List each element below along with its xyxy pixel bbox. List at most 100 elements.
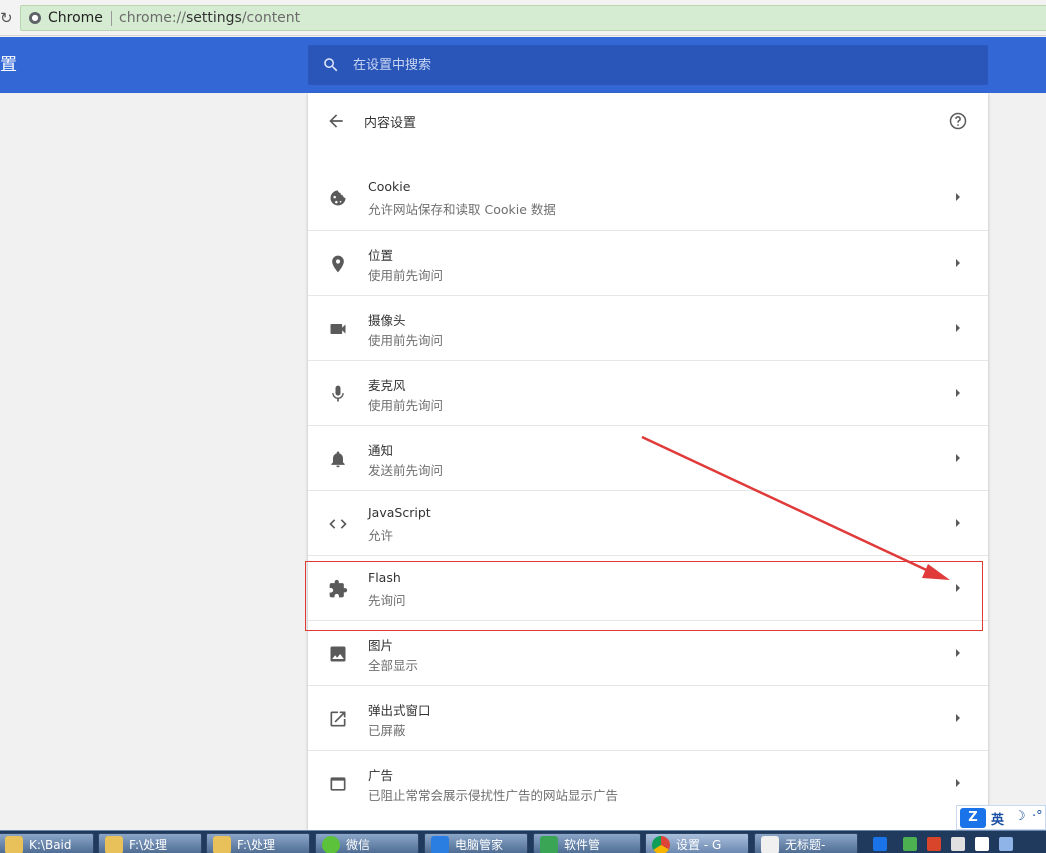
search-input[interactable] [353,45,953,85]
url-path: /content [241,10,301,26]
ime-tray-icon[interactable] [873,837,887,851]
open-in-new-icon [330,711,346,727]
videocam-icon [330,324,346,334]
mic-icon [332,385,344,402]
row-subtitle: 使用前先询问 [368,268,444,283]
arrow-right-icon [956,649,960,657]
row-subtitle: 发送前先询问 [368,463,444,478]
setting-row-camera[interactable]: 摄像头 使用前先询问 [308,295,988,360]
row-title: 摄像头 [368,313,406,328]
bell-icon [331,451,345,468]
card-title: 内容设置 [364,116,417,131]
moon-icon[interactable]: ☽ [1014,809,1026,824]
taskbar-item[interactable]: 电脑管家 [424,833,528,853]
system-tray [865,833,1046,853]
taskbar-item-label: 电脑管家 [455,838,504,852]
row-subtitle: 已屏蔽 [368,723,406,738]
location-pin-icon [332,255,344,273]
search-icon [324,58,338,72]
row-title: 通知 [368,443,394,458]
setting-row-notifications[interactable]: 通知 发送前先询问 [308,425,988,490]
folder-icon [5,836,23,853]
arrow-right-icon [956,714,960,722]
tray-extra-icon[interactable] [999,837,1013,851]
arrow-right-icon [956,779,960,787]
annotation-highlight-box [305,561,983,631]
help-icon[interactable] [948,111,968,131]
chrome-secure-icon: ● [29,12,41,24]
row-subtitle: 允许 [368,528,394,543]
arrow-right-icon [956,259,960,267]
web-asset-icon [330,777,346,791]
taskbar-item[interactable]: F:\处理 [206,833,310,853]
notepad-icon [761,836,779,853]
arrow-right-icon [956,519,960,527]
punctuation-icon[interactable]: ·° [1032,809,1043,824]
settings-header: 置 [0,37,1046,93]
row-title: 麦克风 [368,378,406,393]
folder-icon [105,836,123,853]
taskbar-item-label: 微信 [346,838,371,852]
taskbar-item[interactable]: 无标题- [754,833,858,853]
setting-row-location[interactable]: 位置 使用前先询问 [308,230,988,295]
ime-logo-icon: Z [960,808,986,828]
setting-row-microphone[interactable]: 麦克风 使用前先询问 [308,360,988,425]
address-bar-strip: ↻ ● Chrome chrome://settings/content [0,0,1046,36]
folder-icon [213,836,231,853]
pc-manager-icon [431,836,449,853]
taskbar-item-label: K:\Baid [29,838,72,852]
row-title: 位置 [368,248,394,263]
network-tray-icon[interactable] [903,837,917,851]
row-subtitle: 使用前先询问 [368,333,444,348]
arrow-right-icon [956,389,960,397]
cookie-icon [330,190,346,206]
security-tray-icon[interactable] [927,837,941,851]
row-title: 弹出式窗口 [368,703,431,718]
omnibox-chrome-label: Chrome [48,10,103,26]
reload-icon[interactable]: ↻ [0,8,14,28]
row-subtitle: 允许网站保存和读取 Cookie 数据 [368,202,556,217]
code-icon [329,519,347,529]
app-tray-icon[interactable] [951,837,965,851]
arrow-right-icon [956,454,960,462]
row-title: 图片 [368,638,394,653]
taskbar-item[interactable]: K:\Baid [0,833,94,853]
setting-row-cookie[interactable]: Cookie 允许网站保存和读取 Cookie 数据 [308,165,988,230]
taskbar-item-label: 无标题- [785,838,826,852]
omnibox-separator [111,11,112,26]
row-title: Cookie [368,179,411,194]
omnibox[interactable]: ● Chrome chrome://settings/content [20,5,1046,31]
url-scheme: chrome:// [119,10,186,26]
taskbar-item-label: F:\处理 [237,838,276,852]
chrome-icon [652,836,670,853]
row-subtitle: 使用前先询问 [368,398,444,413]
card-header: 内容设置 [308,93,988,149]
ime-language-label[interactable]: 英 [991,809,1004,828]
row-subtitle: 已阻止常常会展示侵扰性广告的网站显示广告 [368,788,619,803]
software-manager-icon [540,836,558,853]
setting-row-ads[interactable]: 广告 已阻止常常会展示侵扰性广告的网站显示广告 [308,750,988,815]
arrow-right-icon [956,193,960,201]
taskbar-item-label: 软件管 [564,838,601,852]
ime-toolbar[interactable]: Z 英 ☽ ·° [956,805,1046,830]
omnibox-url[interactable]: chrome://settings/content [119,6,300,30]
taskbar: K:\Baid F:\处理 F:\处理 微信 电脑管家 软件管 设置 - G 无… [0,830,1046,853]
arrow-right-icon [956,324,960,332]
taskbar-item[interactable]: 微信 [315,833,419,853]
taskbar-item[interactable]: F:\处理 [98,833,202,853]
settings-search-bar[interactable] [308,45,988,85]
content-settings-card: 内容设置 Cookie 允许网站保存和读取 Cookie 数据 位置 使用前先询… [308,93,988,830]
image-icon [330,646,346,662]
row-title: JavaScript [368,505,431,520]
taskbar-item-label: 设置 - G [676,838,722,852]
back-arrow-icon[interactable] [326,111,346,131]
taskbar-item[interactable]: 软件管 [533,833,641,853]
tray-status-icon[interactable] [975,837,989,851]
taskbar-item-active[interactable]: 设置 - G [645,833,749,853]
page-title: 置 [0,55,17,75]
setting-row-popups[interactable]: 弹出式窗口 已屏蔽 [308,685,988,750]
row-subtitle: 全部显示 [368,658,419,673]
url-host: settings [186,10,242,26]
row-title: 广告 [368,768,394,783]
setting-row-javascript[interactable]: JavaScript 允许 [308,490,988,555]
